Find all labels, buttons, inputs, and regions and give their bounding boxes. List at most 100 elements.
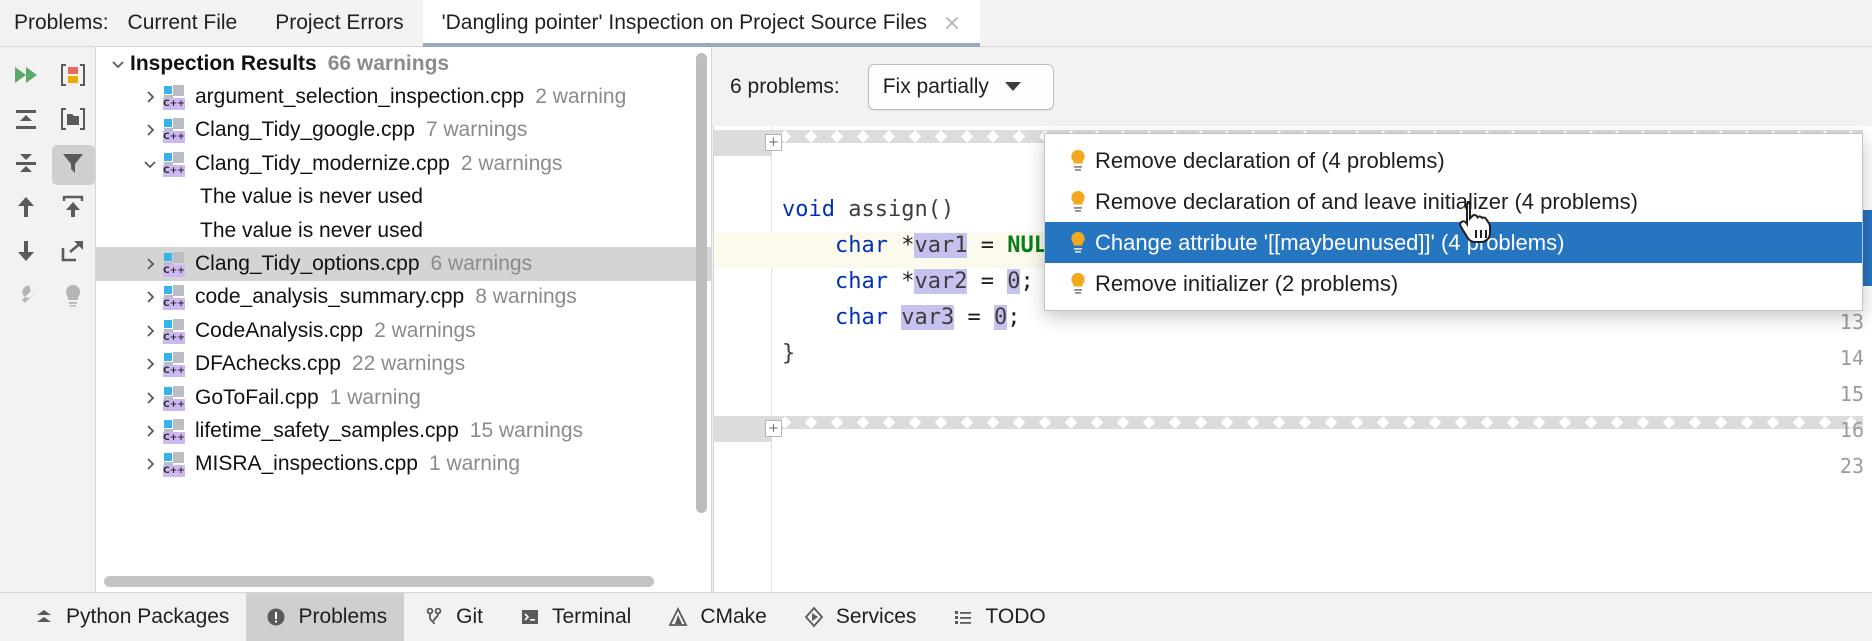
bottom-tab-problems[interactable]: Problems [246, 593, 404, 641]
tree-vertical-scrollbar[interactable] [696, 53, 707, 513]
problems-count-label: 6 problems: [730, 75, 840, 99]
arrow-down-icon [13, 239, 39, 268]
close-icon[interactable] [943, 14, 961, 32]
bottom-tab-services[interactable]: Services [784, 593, 934, 641]
previous-problem-button[interactable] [4, 189, 48, 229]
error-circle-icon [263, 606, 289, 628]
fix-partially-button[interactable]: Fix partially [868, 64, 1054, 110]
list-icon [950, 606, 976, 628]
tree-row-count: 2 warnings [461, 152, 563, 176]
tree-row-count: 2 warnings [374, 319, 476, 343]
menu-item-remove-declaration-leave-initializer[interactable]: Remove declaration of and leave initiali… [1045, 181, 1862, 222]
group-by-directory-button[interactable] [52, 101, 96, 141]
tree-row-code-analysis[interactable]: C++ CodeAnalysis.cpp 2 warnings [96, 314, 711, 347]
triangle-icon [665, 606, 691, 628]
chevron-down-icon[interactable] [106, 56, 130, 72]
import-results-button[interactable] [52, 189, 96, 229]
tree-row-clang-tidy-modernize[interactable]: C++ Clang_Tidy_modernize.cpp 2 warnings [96, 147, 711, 180]
tree-row-count: 7 warnings [426, 118, 528, 142]
tree-row-clang-tidy-options[interactable]: C++ Clang_Tidy_options.cpp 6 warnings [96, 247, 711, 280]
group-by-severity-button[interactable] [52, 57, 96, 97]
chevron-right-icon[interactable] [138, 323, 162, 339]
collapse-all-button[interactable] [4, 145, 48, 185]
editor-gutter [714, 126, 772, 592]
tree-row-count: 22 warnings [352, 352, 465, 376]
code-line-14: } [782, 336, 795, 372]
tree-horizontal-scrollbar[interactable] [96, 571, 712, 592]
bottom-tab-todo[interactable]: TODO [933, 593, 1062, 641]
next-problem-button[interactable] [4, 233, 48, 273]
tree-row-label: Clang_Tidy_options.cpp [195, 252, 420, 276]
tree-row-argument-selection-inspection[interactable]: C++ argument_selection_inspection.cpp 2 … [96, 80, 711, 113]
quick-fix-button[interactable] [52, 277, 96, 317]
tab-current-file[interactable]: Current File [109, 0, 257, 47]
inspection-settings-button[interactable] [4, 277, 48, 317]
bottom-tab-label: Services [836, 605, 917, 629]
tab-dangling-pointer-inspection[interactable]: 'Dangling pointer' Inspection on Project… [423, 0, 980, 47]
tree-row-clang-tidy-google[interactable]: C++ Clang_Tidy_google.cpp 7 warnings [96, 114, 711, 147]
cpp-file-icon: C++ [162, 117, 188, 143]
line-number: 13 [1840, 310, 1864, 334]
chevron-right-icon[interactable] [138, 456, 162, 472]
chevron-right-icon[interactable] [138, 289, 162, 305]
cpp-file-icon: C++ [162, 284, 188, 310]
tab-current-file-label: Current File [128, 11, 238, 35]
terminal-icon [517, 606, 543, 628]
bottom-tab-python-packages[interactable]: Python Packages [14, 593, 246, 641]
tree-row-gotofail[interactable]: C++ GoToFail.cpp 1 warning [96, 381, 711, 414]
tree-row-misra-inspections[interactable]: C++ MISRA_inspections.cpp 1 warning [96, 448, 711, 481]
tree-row-count: 6 warnings [431, 252, 533, 276]
bottom-tab-terminal[interactable]: Terminal [500, 593, 648, 641]
chevron-right-icon[interactable] [138, 423, 162, 439]
menu-item-label: Remove initializer (2 problems) [1095, 271, 1398, 297]
tree-row-problem-value-never-used-1[interactable]: The value is never used [96, 181, 711, 214]
fold-expander-bottom[interactable]: + [765, 420, 782, 437]
tree-row-dfachecks[interactable]: C++ DFAchecks.cpp 22 warnings [96, 348, 711, 381]
gutter-separator [771, 126, 772, 592]
export-icon [60, 239, 86, 268]
inspection-results-tree[interactable]: Inspection Results 66 warnings C++ argum… [96, 47, 712, 592]
menu-item-remove-declaration[interactable]: Remove declaration of (4 problems) [1045, 140, 1862, 181]
tree-row-count: 1 warning [330, 386, 421, 410]
tab-project-errors[interactable]: Project Errors [256, 0, 422, 47]
chevron-down-icon[interactable] [138, 156, 162, 172]
editor-vertical-scrollbar-thumb[interactable] [1863, 210, 1872, 286]
cpp-file-icon: C++ [162, 418, 188, 444]
import-icon [60, 195, 86, 224]
chevron-right-icon[interactable] [138, 122, 162, 138]
bottom-tab-git[interactable]: Git [404, 593, 500, 641]
tree-row-count: 66 warnings [328, 52, 449, 76]
chevron-right-icon[interactable] [138, 356, 162, 372]
chevron-right-icon[interactable] [138, 390, 162, 406]
editor-vertical-scrollbar[interactable] [1863, 126, 1872, 592]
tree-horizontal-scrollbar-thumb[interactable] [104, 576, 654, 587]
lightbulb-icon [1061, 190, 1095, 214]
tree-row-label: GoToFail.cpp [195, 386, 319, 410]
tree-row-problem-value-never-used-2[interactable]: The value is never used [96, 214, 711, 247]
tree-row-code-analysis-summary[interactable]: C++ code_analysis_summary.cpp 8 warnings [96, 281, 711, 314]
tree-row-inspection-results[interactable]: Inspection Results 66 warnings [96, 47, 711, 80]
lightbulb-icon [60, 283, 86, 312]
chevron-right-icon[interactable] [138, 89, 162, 105]
rerun-inspection-button[interactable] [4, 57, 48, 97]
menu-item-remove-initializer[interactable]: Remove initializer (2 problems) [1045, 263, 1862, 304]
git-branch-icon [421, 606, 447, 628]
tree-row-lifetime-safety-samples[interactable]: C++ lifetime_safety_samples.cpp 15 warni… [96, 414, 711, 447]
problems-tool-window: Problems: Current File Project Errors 'D… [0, 0, 1872, 640]
folded-region-bottom[interactable] [772, 416, 1872, 442]
tree-row-label: argument_selection_inspection.cpp [195, 85, 524, 109]
fix-partially-dropdown-menu[interactable]: Remove declaration of (4 problems) Remov… [1044, 133, 1863, 311]
filter-button[interactable] [52, 145, 96, 185]
bottom-tab-label: Terminal [552, 605, 631, 629]
chevron-right-icon[interactable] [138, 256, 162, 272]
menu-item-change-attribute-maybeunused[interactable]: Change attribute '[[maybeunused]]' (4 pr… [1045, 222, 1862, 263]
bottom-tab-cmake[interactable]: CMake [648, 593, 784, 641]
fold-expander-top[interactable]: + [765, 134, 782, 151]
chevron-down-icon [1005, 82, 1021, 91]
bottom-tab-label: Python Packages [66, 605, 229, 629]
export-results-button[interactable] [52, 233, 96, 273]
expand-all-button[interactable] [4, 101, 48, 141]
cpp-file-icon: C++ [162, 318, 188, 344]
filter-icon [60, 151, 86, 180]
tree-row-label: code_analysis_summary.cpp [195, 285, 464, 309]
